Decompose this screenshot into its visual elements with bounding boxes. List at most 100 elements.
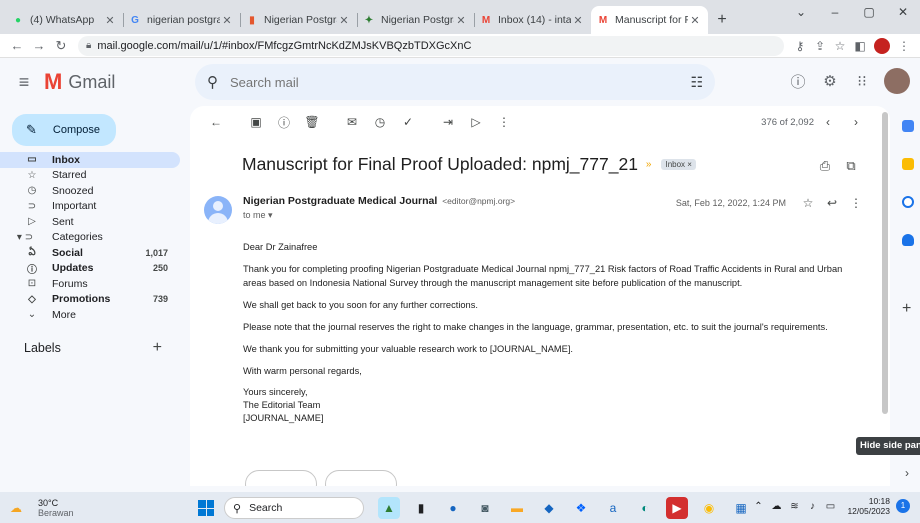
apps-grid-icon[interactable]: ⁝⁝ [846, 72, 878, 90]
report-spam-icon[interactable]: ⓘ [270, 114, 298, 131]
close-tab-icon[interactable]: ✕ [688, 14, 702, 27]
sidebar-item-social[interactable]: ఏ Social 1,017 [0, 245, 180, 261]
compose-button[interactable]: ✎ Compose [12, 114, 116, 146]
browser-tab[interactable]: ● (4) WhatsApp ✕ [6, 6, 123, 34]
bookmark-star-icon[interactable]: ☆ [830, 39, 850, 53]
cloud-icon[interactable]: ☁ [767, 501, 785, 512]
delete-icon[interactable]: 🗑︎ [298, 115, 326, 129]
notification-badge[interactable]: 1 [896, 499, 910, 513]
more-options-icon[interactable]: ⋮ [490, 115, 518, 129]
windows-start-icon[interactable] [198, 500, 214, 516]
camera-icon[interactable]: ◙ [474, 497, 496, 519]
label-icon[interactable]: ▷ [462, 115, 490, 129]
snooze-icon[interactable]: ◷ [366, 115, 394, 129]
close-tab-icon[interactable]: ✕ [103, 14, 117, 27]
restore-button[interactable]: ▢ [852, 0, 886, 30]
gmail-logo[interactable]: M Gmail [44, 69, 204, 95]
weather-widget[interactable]: ☁ 30°C Berawan [0, 498, 120, 518]
tab-search-icon[interactable]: ⌄ [784, 0, 818, 30]
sidebar-item-forums[interactable]: ⊡ Forums [0, 276, 180, 292]
tasks-icon[interactable] [902, 196, 914, 208]
contacts-icon[interactable] [902, 234, 914, 246]
widgets-icon[interactable]: ▲ [378, 497, 400, 519]
move-to-icon[interactable]: ⇥ [434, 115, 462, 129]
recipient-details-toggle[interactable]: to me ▾ [243, 210, 273, 221]
hide-side-panel-chevron-icon[interactable]: › [896, 462, 918, 484]
print-icon[interactable]: ⎙ [812, 158, 838, 174]
task-view-icon[interactable]: ▮ [410, 497, 432, 519]
media-app-icon[interactable]: ▶ [666, 497, 688, 519]
minimize-button[interactable]: – [818, 0, 852, 30]
browser-tab[interactable]: M Inbox (14) - intanz✕ [474, 6, 591, 34]
search-icon[interactable]: ⚲ [207, 73, 218, 91]
archive-icon[interactable]: ▣ [242, 115, 270, 129]
sidebar-item-promotions[interactable]: ◇ Promotions 739 [0, 292, 180, 308]
share-icon[interactable]: ⇪ [810, 39, 830, 53]
sidebar-item-categories[interactable]: ▾ ⊃ Categories [0, 230, 180, 246]
reply-icon[interactable]: ↩ [820, 196, 844, 210]
browser-tab[interactable]: M Manuscript for Fina✕ [591, 6, 708, 34]
back-to-inbox-icon[interactable]: ← [202, 115, 230, 129]
account-avatar[interactable] [884, 68, 910, 94]
store-icon[interactable]: ◆ [538, 497, 560, 519]
url-field[interactable]: 🔒︎ mail.google.com/mail/u/1/#inbox/FMfcg… [78, 35, 784, 56]
mark-unread-icon[interactable]: ✉ [338, 115, 366, 129]
search-input[interactable] [230, 74, 691, 90]
star-email-icon[interactable]: ☆ [796, 196, 820, 210]
close-tab-icon[interactable]: ✕ [454, 14, 468, 27]
browser-profile-avatar[interactable] [874, 37, 890, 54]
forward-button[interactable] [325, 470, 397, 486]
new-tab-button[interactable]: + [708, 6, 736, 34]
browser-tab[interactable]: ▮ Nigerian Postgradu✕ [240, 6, 357, 34]
keep-icon[interactable] [902, 158, 914, 170]
email-more-icon[interactable]: ⋮ [844, 196, 868, 210]
sidebar-item-snoozed[interactable]: ◷ Snoozed [0, 183, 180, 199]
important-marker-icon[interactable]: » [646, 159, 652, 170]
wifi-icon[interactable]: ≋ [785, 501, 803, 512]
browser-tab[interactable]: Gnigerian postgradu✕ [123, 6, 240, 34]
clock[interactable]: 10:18 12/05/2023 [847, 496, 890, 516]
app-a-icon[interactable]: a [602, 497, 624, 519]
older-chevron-icon[interactable]: › [842, 115, 870, 129]
volume-icon[interactable]: ♪ [803, 501, 821, 512]
close-tab-icon[interactable]: ✕ [220, 14, 234, 27]
forward-icon[interactable]: → [28, 38, 50, 53]
close-window-button[interactable]: ✕ [886, 0, 920, 30]
sidebar-item-inbox[interactable]: ▭ Inbox [0, 152, 180, 168]
key-icon[interactable]: ⚷ [790, 39, 810, 53]
dropbox-icon[interactable]: ❖ [570, 497, 592, 519]
create-label-icon[interactable]: + [153, 339, 162, 357]
taskbar-search[interactable]: ⚲ Search [224, 497, 364, 519]
main-menu-icon[interactable]: ≡ [4, 72, 44, 93]
newer-chevron-icon[interactable]: ‹ [814, 115, 842, 129]
email-scrollbar[interactable] [882, 112, 888, 414]
inbox-label-chip[interactable]: Inbox × [661, 159, 696, 170]
sidebar-item-sent[interactable]: ▷ Sent [0, 214, 180, 230]
search-options-icon[interactable]: ☷ [690, 74, 703, 91]
sidebar-item-important[interactable]: ⊃ Important [0, 199, 180, 215]
browser-menu-icon[interactable]: ⋮ [894, 39, 914, 53]
edge-icon[interactable]: ◐ [634, 497, 656, 519]
sidebar-item-more[interactable]: ⌄ More [0, 307, 180, 323]
open-new-window-icon[interactable]: ⧉ [838, 158, 864, 174]
calendar-icon[interactable] [902, 120, 914, 132]
chat-icon[interactable]: ● [442, 497, 464, 519]
chrome-icon[interactable]: ◉ [698, 497, 720, 519]
reload-icon[interactable]: ↻ [50, 38, 72, 54]
browser-tab[interactable]: ✦ Nigerian Postgradu✕ [357, 6, 474, 34]
add-task-icon[interactable]: ✓ [394, 115, 422, 129]
sender-name[interactable]: Nigerian Postgraduate Medical Journal [243, 195, 437, 207]
close-tab-icon[interactable]: ✕ [571, 14, 585, 27]
help-icon[interactable]: ⓘ [782, 71, 814, 92]
sidebar-item-updates[interactable]: ⓘ Updates 250 [0, 261, 180, 277]
side-panel-icon[interactable]: ◧ [850, 39, 870, 53]
settings-gear-icon[interactable]: ⚙ [814, 72, 846, 90]
show-hidden-icons-icon[interactable]: ⌃ [749, 501, 767, 512]
get-addons-icon[interactable]: + [902, 300, 911, 318]
close-tab-icon[interactable]: ✕ [337, 14, 351, 27]
battery-icon[interactable]: ▭ [821, 501, 839, 512]
file-explorer-icon[interactable]: ▬ [506, 497, 528, 519]
reply-button[interactable] [245, 470, 317, 486]
back-icon[interactable]: ← [6, 38, 28, 53]
sidebar-item-starred[interactable]: ☆ Starred [0, 168, 180, 184]
